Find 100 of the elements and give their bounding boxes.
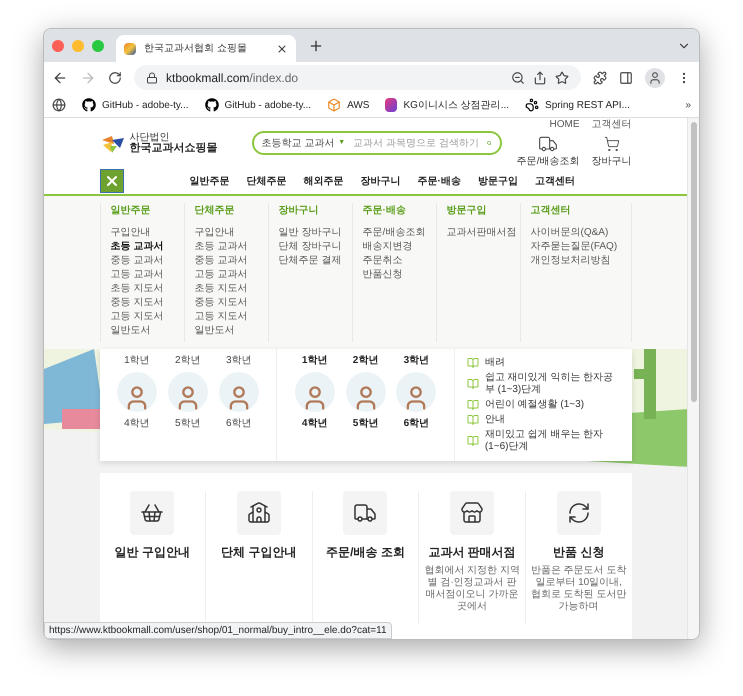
grade-label[interactable]: 6학년 xyxy=(390,416,442,431)
nav-item[interactable]: 고객센터 xyxy=(534,174,575,188)
share-icon[interactable] xyxy=(533,70,547,84)
site-logo-icon xyxy=(124,42,136,54)
nav-item[interactable]: 해외주문 xyxy=(304,174,344,188)
book-link[interactable]: 안내 xyxy=(484,414,505,426)
zoom-out-icon[interactable] xyxy=(511,70,525,84)
more-bookmarks-button[interactable]: » xyxy=(685,98,691,112)
profile-icon[interactable] xyxy=(645,68,665,88)
menu-item[interactable]: 배송지변경 xyxy=(362,240,412,254)
globe-icon[interactable] xyxy=(52,98,66,112)
service-title[interactable]: 주문/배송 조회 xyxy=(326,543,405,561)
grade-label[interactable]: 6학년 xyxy=(213,416,264,431)
book-icon xyxy=(466,435,479,447)
bookmark-link[interactable]: KG이니시스 상점관리... xyxy=(403,98,510,112)
menu-item[interactable]: 고등 지도서 xyxy=(194,310,248,324)
menu-item[interactable]: 개인정보처리방침 xyxy=(530,254,610,268)
grade-label[interactable]: 5학년 xyxy=(340,416,391,431)
nav-item[interactable]: 장바구니 xyxy=(360,174,400,188)
github-icon xyxy=(204,98,219,112)
menu-item[interactable]: 단체 장바구니 xyxy=(278,240,342,254)
cube-icon xyxy=(327,98,342,112)
menu-item[interactable]: 일반도서 xyxy=(194,324,234,338)
menu-item[interactable]: 초등 교과서 xyxy=(110,240,164,254)
menu-item[interactable]: 초등 교과서 xyxy=(194,240,248,254)
bookmark-link[interactable]: GitHub - adobe-ty... xyxy=(102,98,189,112)
grade-label[interactable]: 5학년 xyxy=(162,416,214,431)
nav-item[interactable]: 주문·배송 xyxy=(418,174,461,188)
grade-label[interactable]: 3학년 xyxy=(390,353,442,368)
status-bar: https://www.ktbookmall.com/user/shop/01_normal/buy_intro__ele.do?cat=11 xyxy=(44,622,392,639)
menu-item[interactable]: 고등 교과서 xyxy=(194,268,248,282)
nav-item[interactable]: 일반주문 xyxy=(190,174,230,188)
paw-icon xyxy=(525,98,540,112)
menu-item[interactable]: 고등 교과서 xyxy=(110,268,164,282)
bookmark-link[interactable]: AWS xyxy=(347,98,370,112)
service-title[interactable]: 반품 신청 xyxy=(553,543,604,561)
menu-item[interactable]: 중등 교과서 xyxy=(110,254,164,268)
service-description: 반품은 주문도서 도착일로부터 10일이내, 협회로 도착된 도서만 가능하며 xyxy=(530,565,628,613)
menu-item[interactable]: 초등 지도서 xyxy=(110,282,164,296)
book-link[interactable]: 배려 xyxy=(484,357,505,369)
close-menu-button[interactable] xyxy=(100,169,124,193)
menu-item[interactable]: 주문취소 xyxy=(362,254,402,268)
book-link[interactable]: 재미있고 쉽게 배우는 한자 (1~6)단계 xyxy=(484,429,620,453)
menu-item[interactable]: 일반도서 xyxy=(110,324,150,338)
menu-item[interactable]: 고등 지도서 xyxy=(110,310,164,324)
menu-item[interactable]: 구입안내 xyxy=(194,226,234,240)
grade-label[interactable]: 1학년 xyxy=(112,353,162,368)
logo-text[interactable]: 한국교과서쇼핑몰 xyxy=(130,142,218,154)
menu-item[interactable]: 중등 교과서 xyxy=(194,254,248,268)
top-link[interactable]: 고객센터 xyxy=(592,118,632,132)
menu-heading: 고객센터 xyxy=(530,204,570,218)
truck-icon xyxy=(538,134,558,154)
bookmark-link[interactable]: GitHub - adobe-ty... xyxy=(224,98,312,112)
bookmark-star-icon[interactable] xyxy=(555,70,569,84)
scrollbar[interactable] xyxy=(687,118,699,639)
grade-label[interactable]: 3학년 xyxy=(213,353,264,368)
browser-tab[interactable]: 한국교과서협회 쇼핑몰 xyxy=(116,35,296,62)
grade-label[interactable]: 1학년 xyxy=(289,353,340,368)
close-icon[interactable] xyxy=(276,42,288,54)
nav-item[interactable]: 단체주문 xyxy=(246,174,286,188)
quick-link[interactable]: 주문/배송조회 xyxy=(516,134,580,169)
service-title[interactable]: 일반 구입안내 xyxy=(114,543,190,561)
grade-label[interactable]: 4학년 xyxy=(289,416,340,431)
quick-link[interactable]: 장바구니 xyxy=(592,134,632,169)
back-icon[interactable] xyxy=(52,70,68,86)
book-icon xyxy=(466,414,479,426)
tab-title: 한국교과서협회 쇼핑몰 xyxy=(144,42,248,56)
menu-item[interactable]: 중등 지도서 xyxy=(194,296,248,310)
book-link[interactable]: 어린이 예절생활 (1~3) xyxy=(484,399,584,411)
category-select[interactable]: 초등학교 교과서 xyxy=(262,136,334,150)
menu-item[interactable]: 초등 지도서 xyxy=(194,282,248,296)
nav-item[interactable]: 방문구입 xyxy=(478,174,518,188)
new-tab-icon[interactable] xyxy=(308,38,324,54)
reload-icon[interactable] xyxy=(108,70,122,84)
menu-item[interactable]: 중등 지도서 xyxy=(110,296,164,310)
menu-item[interactable]: 단체주문 결제 xyxy=(278,254,342,268)
school-icon xyxy=(246,501,271,525)
menu-item[interactable]: 구입안내 xyxy=(110,226,150,240)
side-panel-icon[interactable] xyxy=(619,70,633,84)
menu-item[interactable]: 일반 장바구니 xyxy=(278,226,342,240)
menu-item[interactable]: 반품신청 xyxy=(362,268,402,282)
book-icon xyxy=(466,399,479,411)
logo-icon xyxy=(385,98,398,112)
menu-item[interactable]: 사이버문의(Q&A) xyxy=(530,226,608,240)
book-icon xyxy=(466,378,479,390)
extensions-icon[interactable] xyxy=(593,70,607,84)
menu-item[interactable]: 자주묻는질문(FAQ) xyxy=(530,240,618,254)
menu-item[interactable]: 교과서판매서점 xyxy=(446,226,516,240)
menu-item[interactable]: 주문/배송조회 xyxy=(362,226,426,240)
book-link[interactable]: 쉽고 재미있게 익히는 한자공부 (1~3)단계 xyxy=(484,372,620,396)
grade-label[interactable]: 4학년 xyxy=(112,416,162,431)
bookmark-link[interactable]: Spring REST API... xyxy=(545,98,630,112)
address-bar[interactable]: ktbookmall.com/index.do xyxy=(134,65,581,90)
logo-subtitle: 사단법인 xyxy=(130,132,170,142)
service-title[interactable]: 교과서 판매서점 xyxy=(428,543,516,561)
search-input[interactable]: 교과서 과목명으로 검색하기 xyxy=(353,136,484,150)
grade-label[interactable]: 2학년 xyxy=(340,353,391,368)
grade-label[interactable]: 2학년 xyxy=(162,353,214,368)
top-link[interactable]: HOME xyxy=(550,118,580,132)
service-title[interactable]: 단체 구입안내 xyxy=(221,543,297,561)
